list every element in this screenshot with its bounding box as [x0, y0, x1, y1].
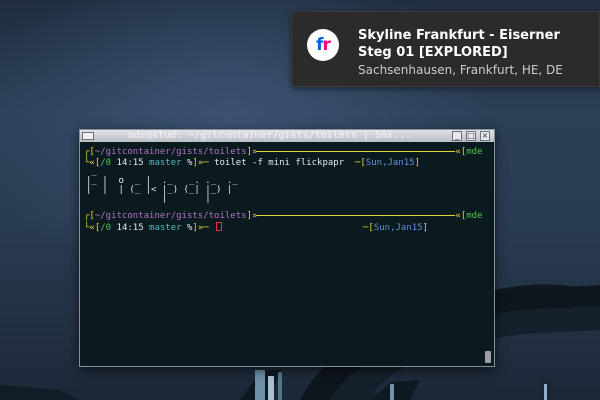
terminal-scrollbar[interactable] — [485, 147, 491, 365]
flickr-icon: fr — [307, 29, 339, 61]
notification-title: Skyline Frankfurt - Eiserner Steg 01 [EX… — [358, 28, 560, 60]
prompt-line-top: ┌[~/gitcontainer/gists/toilets]»«[mde@st… — [84, 147, 482, 158]
figlet-output: _ |_ | o _ | ._ _. ._ ._ | | | (_ |< |_) … — [86, 167, 244, 204]
prompt-line-input[interactable]: └«[/0 14:15 master %]»─ ─[Sun,Jan15] — [84, 222, 428, 233]
prompt-date: Sun,Jan15 — [365, 158, 415, 168]
maximize-button[interactable]: □ — [466, 131, 476, 141]
prompt-user-host: mde@stud — [466, 147, 482, 157]
prompt-path: ~/gitcontainer/gists/toilets — [94, 147, 247, 157]
window-title: mde@stud: ~/gitcontainer/gists/toilets |… — [128, 130, 411, 141]
terminal-window[interactable]: mde@stud: ~/gitcontainer/gists/toilets |… — [79, 129, 495, 367]
minimize-button[interactable]: _ — [452, 131, 462, 141]
scrollbar-thumb[interactable] — [485, 351, 491, 363]
close-button[interactable]: × — [480, 131, 490, 141]
prompt-line-top: ┌[~/gitcontainer/gists/toilets]»«[mde@st… — [84, 211, 482, 221]
notification-body: Sachsenhausen, Frankfurt, HE, DE — [358, 63, 563, 77]
prompt-branch: master — [149, 158, 182, 168]
notification-popup[interactable]: fr Skyline Frankfurt - Eiserner Steg 01 … — [291, 11, 600, 87]
command-text: toilet -f mini flickpapr — [214, 158, 345, 168]
window-titlebar[interactable]: mde@stud: ~/gitcontainer/gists/toilets |… — [80, 130, 494, 142]
terminal-screen[interactable]: ┌[~/gitcontainer/gists/toilets]»«[mde@st… — [84, 147, 482, 365]
window-menu-button[interactable] — [82, 132, 94, 140]
